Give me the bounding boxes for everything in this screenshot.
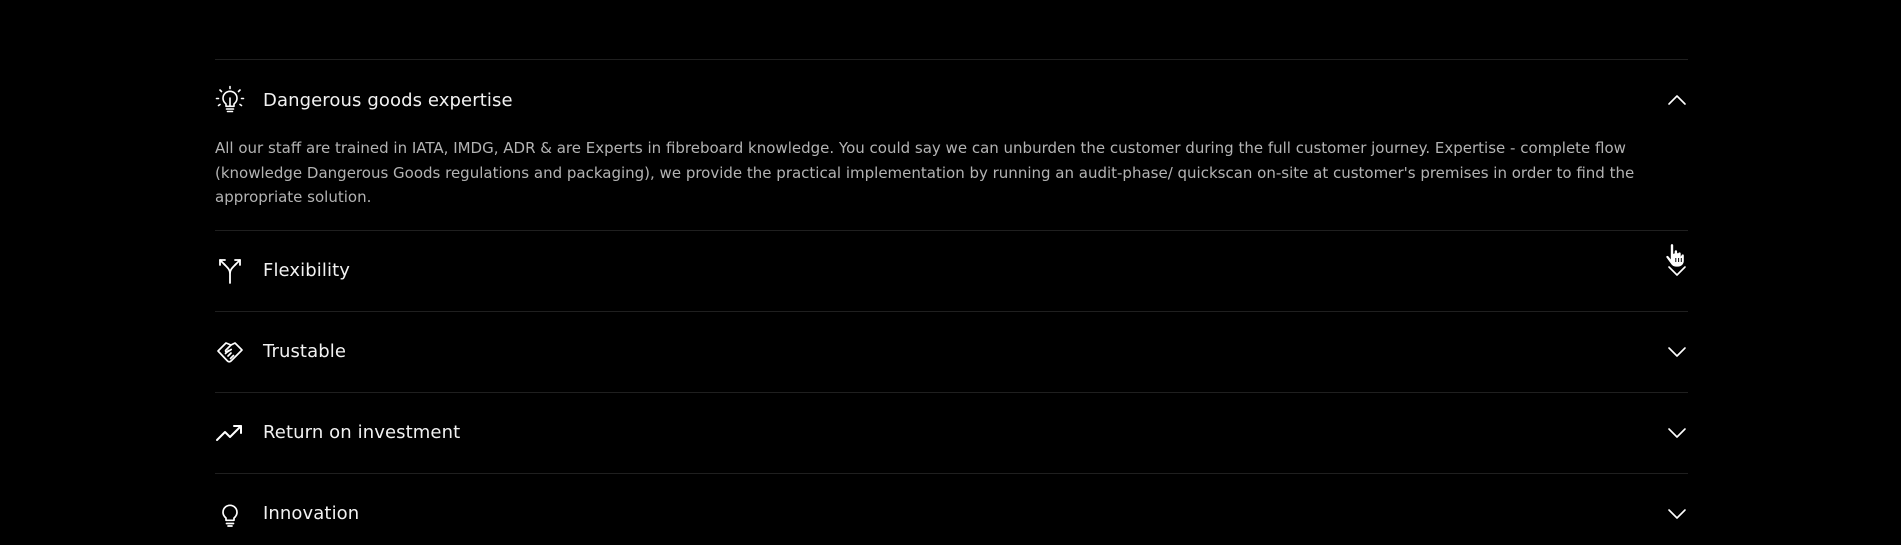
accordion-header-trustable[interactable]: Trustable [215, 312, 1688, 392]
accordion-item-trustable: Trustable [215, 312, 1688, 393]
trending-up-icon [215, 418, 245, 448]
accordion-item-flexibility: Flexibility [215, 231, 1688, 312]
accordion-title: Dangerous goods expertise [263, 89, 513, 111]
accordion-item-innovation: Innovation [215, 474, 1688, 545]
accordion-header-flexibility[interactable]: Flexibility [215, 231, 1688, 311]
accordion-header-dangerous-goods[interactable]: Dangerous goods expertise [215, 60, 1688, 140]
lightbulb-icon [215, 499, 245, 529]
chevron-down-icon[interactable] [1666, 503, 1688, 525]
split-arrows-icon [215, 256, 245, 286]
accordion-item-return-on-investment: Return on investment [215, 393, 1688, 474]
chevron-down-icon[interactable] [1666, 341, 1688, 363]
accordion-title: Innovation [263, 503, 360, 524]
accordion-item-dangerous-goods: Dangerous goods expertise All our staff … [215, 60, 1688, 231]
accordion-header-return-on-investment[interactable]: Return on investment [215, 393, 1688, 473]
chevron-up-icon[interactable] [1666, 89, 1688, 111]
handshake-icon [215, 337, 245, 367]
accordion: Dangerous goods expertise All our staff … [215, 59, 1688, 545]
accordion-title: Flexibility [263, 260, 351, 281]
accordion-title: Trustable [263, 341, 347, 362]
accordion-header-innovation[interactable]: Innovation [215, 474, 1688, 545]
chevron-down-icon[interactable] [1666, 260, 1688, 282]
lightbulb-rays-icon [215, 85, 245, 115]
accordion-title: Return on investment [263, 422, 461, 443]
chevron-down-icon[interactable] [1666, 422, 1688, 444]
accordion-body-text: All our staff are trained in IATA, IMDG,… [215, 139, 1635, 206]
